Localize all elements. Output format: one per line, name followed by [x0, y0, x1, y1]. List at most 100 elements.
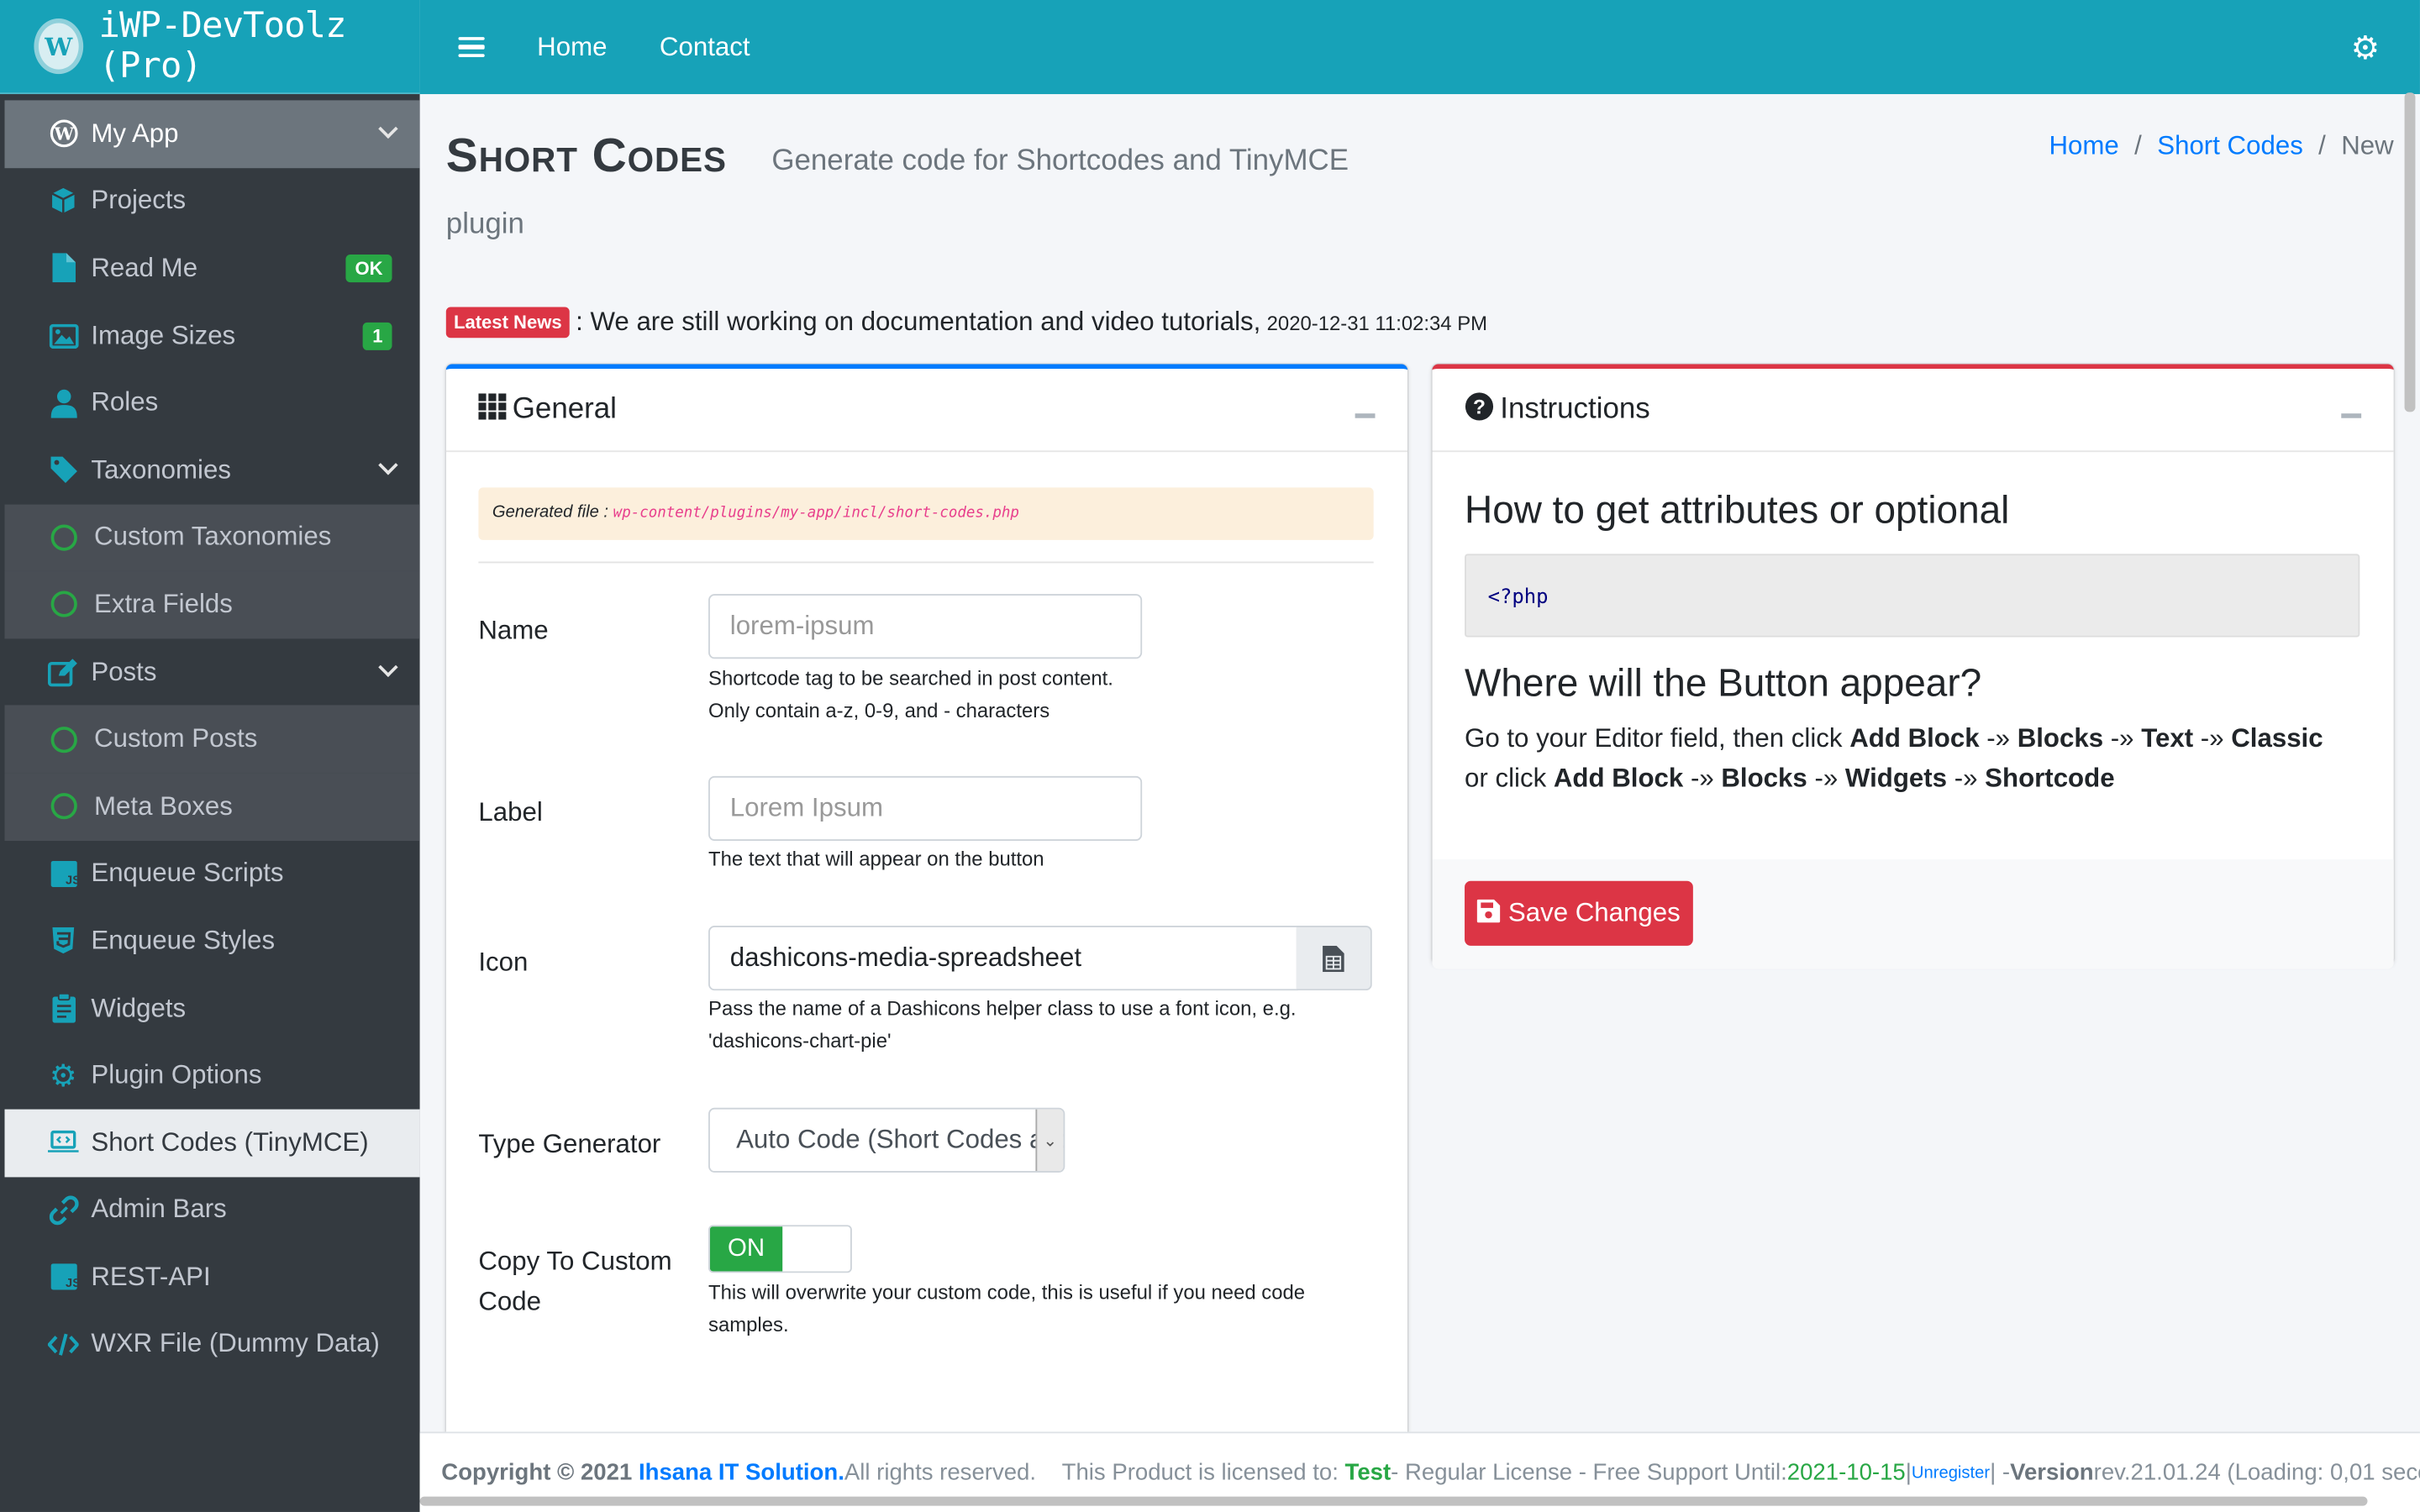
copy-help-line1: This will overwrite your custom code, th…	[708, 1280, 1306, 1305]
settings-cogs-icon[interactable]: ⚙	[2351, 29, 2381, 68]
user-icon	[48, 387, 79, 418]
sidebar-item-my-app[interactable]: W My App	[4, 100, 420, 168]
sidebar-item-image-sizes[interactable]: Image Sizes 1	[5, 302, 420, 370]
nav-contact-link[interactable]: Contact	[660, 32, 750, 63]
footer-sep: | -	[1990, 1459, 2011, 1486]
news-timestamp: 2020-12-31 11:02:34 PM	[1266, 311, 1488, 334]
name-label: Name	[478, 615, 549, 645]
sidebar-item-label: Image Sizes	[91, 320, 236, 350]
instructions-line1: Go to your Editor field, then click Add …	[1465, 723, 2323, 753]
sidebar-item-short-codes[interactable]: Short Codes (TinyMCE)	[4, 1109, 420, 1177]
instructions-card-footer: Save Changes	[1432, 859, 2394, 969]
sidebar-item-custom-taxonomies[interactable]: Custom Taxonomies	[4, 503, 420, 571]
instructions-card: ? Instructions How to get attributes or …	[1432, 364, 2394, 969]
sidebar-item-label: Meta Boxes	[94, 790, 233, 821]
circle-icon	[50, 524, 77, 551]
sidebar-item-extra-fields[interactable]: Extra Fields	[4, 570, 420, 638]
breadcrumb-short-codes[interactable]: Short Codes	[2157, 131, 2303, 162]
sidebar-item-rest-api[interactable]: JS REST-API	[5, 1244, 420, 1311]
sidebar-item-custom-posts[interactable]: Custom Posts	[4, 706, 420, 774]
clipboard-icon	[48, 993, 79, 1024]
sidebar-item-taxonomies[interactable]: Taxonomies	[5, 437, 420, 504]
label-input[interactable]: Lorem Ipsum	[708, 775, 1143, 842]
link-icon	[48, 1194, 79, 1226]
unregister-link[interactable]: Unregister	[1912, 1463, 1990, 1482]
instructions-card-header: ? Instructions	[1432, 369, 2394, 453]
sidebar-item-label: Custom Posts	[94, 723, 258, 753]
icon-label: Icon	[478, 947, 529, 977]
name-help-line2: Only contain a-z, 0-9, and - characters	[708, 699, 1050, 722]
vertical-scrollbar[interactable]	[2404, 92, 2416, 412]
app-logo-icon: W	[34, 18, 84, 75]
sidebar-item-label: Short Codes (TinyMCE)	[91, 1127, 369, 1157]
brand[interactable]: W iWP-DevToolz (Pro)	[0, 0, 420, 95]
card-title: Instructions	[1500, 392, 1650, 426]
sidebar-item-projects[interactable]: Projects	[5, 167, 420, 234]
generated-file-path: wp-content/plugins/my-app/incl/short-cod…	[613, 504, 1019, 522]
horizontal-scrollbar[interactable]	[419, 1496, 2368, 1506]
sidebar-item-meta-boxes[interactable]: Meta Boxes	[4, 773, 420, 841]
collapse-minus-icon[interactable]	[2341, 413, 2362, 417]
code-icon	[47, 1329, 79, 1360]
name-input[interactable]: lorem-ipsum	[708, 594, 1143, 659]
news-text: : We are still working on documentation …	[576, 307, 1261, 337]
instructions-heading-button: Where will the Button appear?	[1465, 661, 1982, 706]
save-changes-button[interactable]: Save Changes	[1465, 880, 1693, 946]
sidebar-item-read-me[interactable]: Read Me OK	[5, 235, 420, 302]
top-navbar: Home Contact ⚙	[419, 0, 2420, 95]
sidebar-item-enqueue-styles[interactable]: Enqueue Styles	[5, 907, 420, 974]
type-generator-select[interactable]: Auto Code (Short Codes and TinyMCE) ⌄	[708, 1107, 1065, 1173]
latest-news: Latest News : We are still working on do…	[445, 307, 1488, 339]
count-badge: 1	[363, 322, 392, 350]
chevron-down-icon	[378, 455, 398, 475]
menu-toggle-icon[interactable]	[458, 36, 485, 58]
sidebar-item-label: Posts	[91, 656, 157, 686]
instructions-heading-attributes: How to get attributes or optional	[1465, 489, 2010, 533]
copy-label-line2: Code	[478, 1286, 542, 1316]
breadcrumb-home[interactable]: Home	[2049, 131, 2119, 162]
card-title: General	[512, 392, 617, 426]
general-card: General Generated file : wp-content/plug…	[445, 364, 1408, 1445]
sidebar-item-widgets[interactable]: Widgets	[5, 974, 420, 1042]
sidebar-item-label: Widgets	[91, 992, 187, 1022]
copy-help: This will overwrite your custom code, th…	[708, 1276, 1305, 1341]
sidebar-item-label: REST-API	[91, 1262, 211, 1292]
svg-text:?: ?	[1473, 396, 1486, 418]
general-card-header: General	[445, 369, 1408, 453]
sidebar-item-roles[interactable]: Roles	[5, 370, 420, 437]
chevron-down-icon: ⌄	[1035, 1109, 1064, 1172]
collapse-minus-icon[interactable]	[1355, 413, 1376, 417]
sidebar-item-enqueue-scripts[interactable]: JS Enqueue Scripts	[5, 840, 420, 907]
save-icon	[1477, 898, 1501, 928]
sidebar-item-label: Plugin Options	[91, 1060, 262, 1089]
question-circle-icon: ?	[1465, 391, 1494, 428]
icon-input[interactable]: dashicons-media-spreadsheet	[708, 926, 1298, 991]
nav-home-link[interactable]: Home	[537, 32, 607, 63]
breadcrumb: Home / Short Codes / New	[2049, 131, 2394, 162]
spreadsheet-icon-button[interactable]	[1296, 926, 1372, 991]
instructions-line2: or click Add Block -» Blocks -» Widgets …	[1465, 764, 2115, 794]
chevron-down-icon	[378, 657, 398, 677]
sidebar-item-admin-bars[interactable]: Admin Bars	[5, 1176, 420, 1243]
label-label: Label	[478, 797, 543, 827]
cog-icon: ⚙	[49, 1059, 77, 1094]
footer-company-link[interactable]: Ihsana IT Solution.	[639, 1460, 844, 1486]
page-subtitle-cont: plugin	[445, 207, 524, 241]
svg-text:JS: JS	[65, 1278, 76, 1291]
sidebar-item-label: Read Me	[91, 253, 198, 283]
edit-icon	[47, 657, 79, 688]
sidebar-item-label: Projects	[91, 186, 187, 216]
copy-custom-code-toggle[interactable]: ON	[708, 1225, 852, 1273]
sidebar-item-label: WXR File (Dummy Data)	[91, 1329, 380, 1359]
sidebar-item-posts[interactable]: Posts	[5, 638, 420, 706]
footer-licensed: This Product is licensed to:	[1061, 1459, 1339, 1486]
icon-help: Pass the name of a Dashicons helper clas…	[708, 992, 1296, 1057]
footer-license: - Regular License - Free Support Until:	[1391, 1459, 1787, 1486]
chevron-down-icon	[378, 118, 398, 139]
type-generator-label: Type Generator	[478, 1129, 661, 1159]
sidebar-item-plugin-options[interactable]: ⚙ Plugin Options	[5, 1042, 420, 1109]
footer-support-until: 2021-10-15	[1786, 1459, 1906, 1486]
footer-copyright: Copyright © 2021	[441, 1459, 633, 1486]
sidebar-item-wxr-file[interactable]: WXR File (Dummy Data)	[5, 1311, 420, 1378]
divider	[478, 561, 1374, 564]
